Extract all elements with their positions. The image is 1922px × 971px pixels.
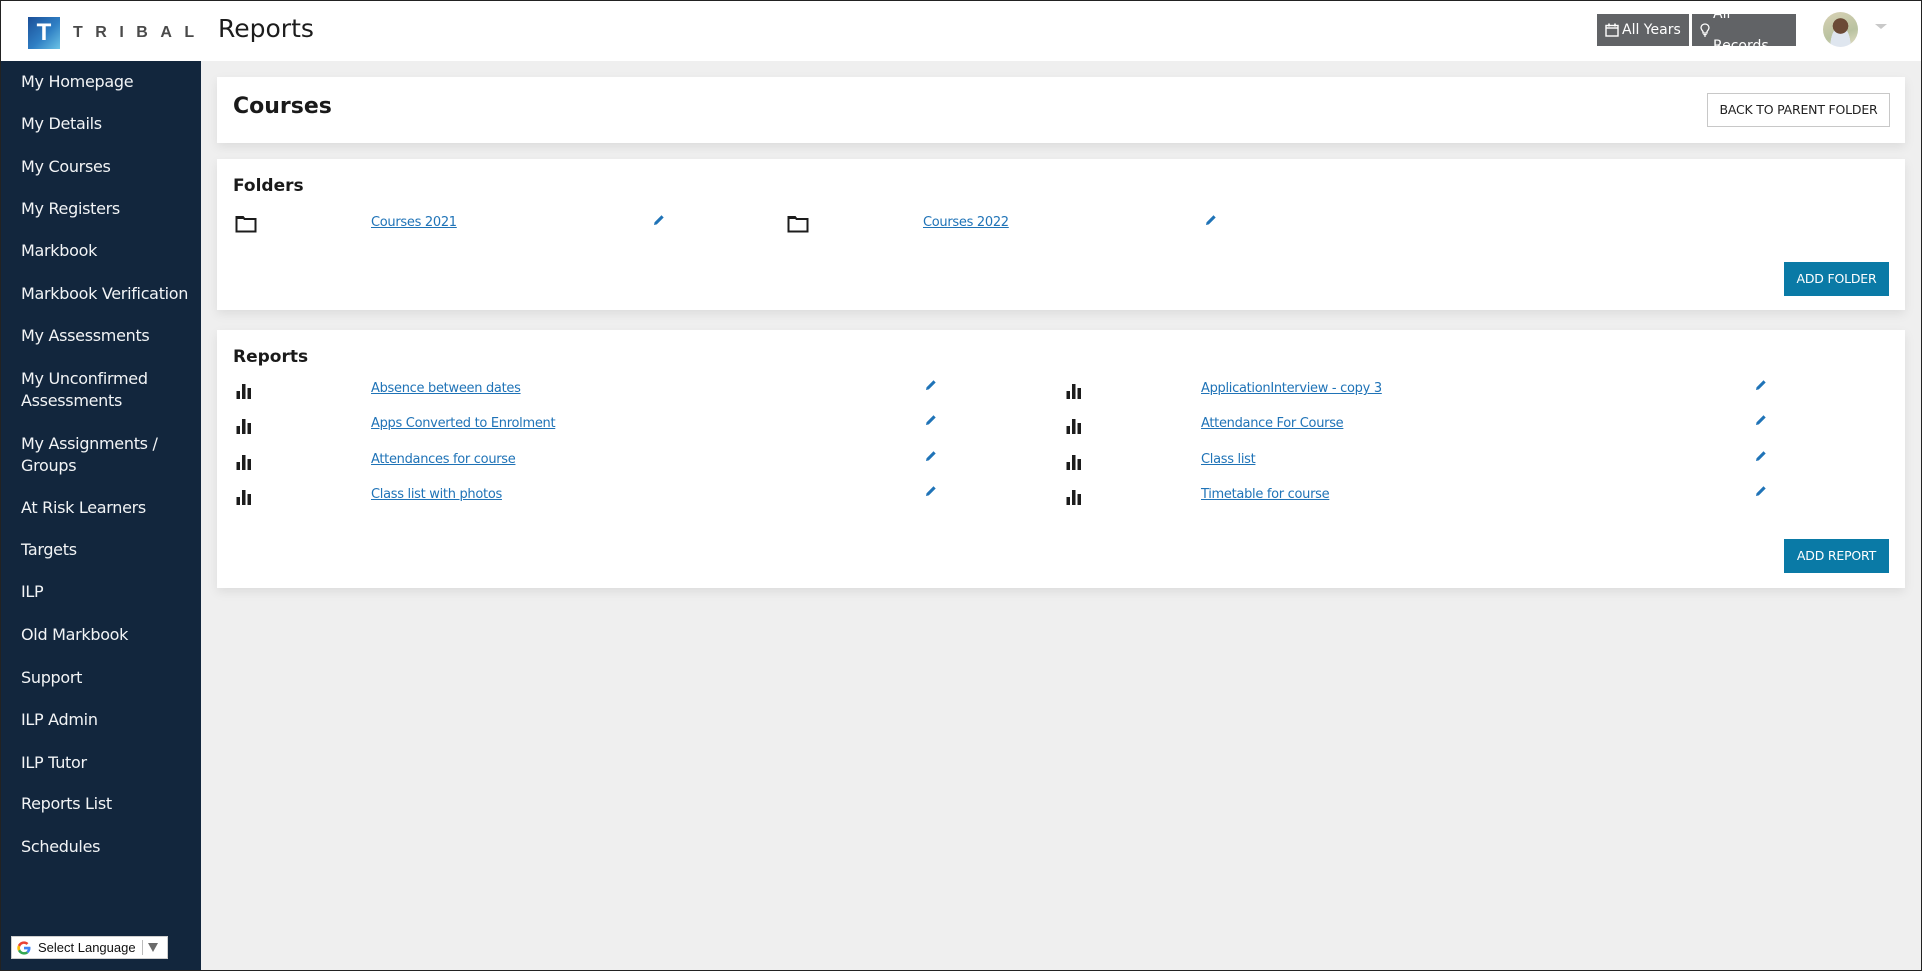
folder-link[interactable]: Courses 2021: [371, 215, 457, 230]
sidebar-item-targets[interactable]: Targets: [21, 539, 196, 561]
sidebar-item-old-markbook[interactable]: Old Markbook: [21, 624, 196, 646]
report-item: Class list: [1047, 450, 1877, 476]
sidebar: My Homepage My Details My Courses My Reg…: [0, 61, 201, 971]
sidebar-item-markbook-verification[interactable]: Markbook Verification: [21, 283, 196, 305]
bar-chart-icon: [1066, 454, 1081, 470]
edit-pencil-icon[interactable]: [925, 414, 937, 426]
reports-section-title: Reports: [233, 347, 309, 367]
folder-icon: [787, 216, 809, 233]
edit-pencil-icon[interactable]: [925, 379, 937, 391]
sidebar-item-support[interactable]: Support: [21, 667, 196, 689]
google-icon: [17, 940, 31, 955]
add-folder-button[interactable]: ADD FOLDER: [1784, 262, 1889, 296]
bar-chart-icon: [1066, 384, 1081, 399]
chevron-down-icon[interactable]: [1875, 24, 1887, 29]
all-years-label: All Years: [1622, 22, 1681, 38]
language-selector[interactable]: Select Language: [11, 936, 168, 959]
reports-card: Reports Absence between dates Application…: [217, 330, 1905, 588]
edit-pencil-icon[interactable]: [1755, 485, 1767, 497]
report-link[interactable]: Attendance For Course: [1201, 416, 1344, 431]
edit-pencil-icon[interactable]: [1755, 379, 1767, 391]
calendar-icon: [1605, 23, 1619, 37]
report-item: Attendance For Course: [1047, 415, 1877, 440]
folder-item: Courses 2021: [217, 215, 777, 237]
folder-item: Courses 2022: [769, 215, 1329, 237]
edit-pencil-icon[interactable]: [1755, 450, 1767, 462]
user-avatar[interactable]: [1823, 12, 1858, 47]
sidebar-item-reports-list[interactable]: Reports List: [21, 793, 196, 815]
bar-chart-icon: [236, 384, 251, 399]
bar-chart-icon: [236, 454, 251, 470]
folder-link[interactable]: Courses 2022: [923, 215, 1009, 230]
back-to-parent-folder-button[interactable]: BACK TO PARENT FOLDER: [1707, 93, 1890, 127]
language-selector-label: Select Language: [38, 940, 136, 955]
divider: [141, 940, 143, 955]
all-records-label: All Records: [1713, 6, 1769, 54]
sidebar-item-my-registers[interactable]: My Registers: [21, 198, 196, 220]
edit-pencil-icon[interactable]: [653, 214, 665, 226]
report-link[interactable]: Class list: [1201, 452, 1256, 467]
logo-mark: T: [28, 17, 60, 49]
folders-card: Folders Courses 2021 Courses 2022 ADD FO…: [217, 159, 1905, 310]
edit-pencil-icon[interactable]: [1205, 214, 1217, 226]
top-header: T TRIBAL Reports All Years All Records: [0, 0, 1922, 61]
page-title: Reports: [218, 14, 314, 43]
report-item: Class list with photos: [217, 486, 1047, 511]
bar-chart-icon: [1066, 419, 1081, 435]
sidebar-item-markbook[interactable]: Markbook: [21, 240, 196, 262]
bar-chart-icon: [1066, 489, 1081, 505]
report-link[interactable]: Attendances for course: [371, 452, 516, 467]
add-report-button[interactable]: ADD REPORT: [1784, 539, 1889, 573]
report-link[interactable]: ApplicationInterview - copy 3: [1201, 381, 1382, 396]
all-years-button[interactable]: All Years: [1597, 14, 1689, 46]
folder-title: Courses: [233, 94, 332, 119]
report-link[interactable]: Apps Converted to Enrolment: [371, 416, 556, 431]
sidebar-item-my-assessments[interactable]: My Assessments: [21, 325, 196, 347]
folders-section-title: Folders: [233, 176, 304, 196]
report-item: Attendances for course: [217, 450, 1047, 476]
report-link[interactable]: Class list with photos: [371, 487, 502, 502]
sidebar-item-schedules[interactable]: Schedules: [21, 836, 196, 858]
lightbulb-icon: [1700, 23, 1710, 37]
report-link[interactable]: Timetable for course: [1201, 487, 1330, 502]
report-item: Apps Converted to Enrolment: [217, 415, 1047, 440]
bar-chart-icon: [236, 419, 251, 435]
report-item: Timetable for course: [1047, 486, 1877, 511]
sidebar-item-ilp-admin[interactable]: ILP Admin: [21, 709, 196, 731]
edit-pencil-icon[interactable]: [925, 450, 937, 462]
edit-pencil-icon[interactable]: [1755, 414, 1767, 426]
report-link[interactable]: Absence between dates: [371, 381, 521, 396]
sidebar-item-ilp[interactable]: ILP: [21, 581, 196, 603]
report-item: ApplicationInterview - copy 3: [1047, 380, 1877, 405]
sidebar-item-my-assignments-groups[interactable]: My Assignments / Groups: [21, 433, 171, 477]
folder-icon: [235, 216, 257, 233]
sidebar-item-my-unconfirmed-assessments[interactable]: My Unconfirmed Assessments: [21, 368, 161, 412]
sidebar-item-at-risk-learners[interactable]: At Risk Learners: [21, 497, 196, 519]
sidebar-item-my-courses[interactable]: My Courses: [21, 156, 196, 178]
edit-pencil-icon[interactable]: [925, 485, 937, 497]
bar-chart-icon: [236, 489, 251, 505]
logo-text: TRIBAL: [73, 24, 207, 41]
all-records-button[interactable]: All Records: [1692, 6, 1796, 54]
courses-header-card: Courses BACK TO PARENT FOLDER: [217, 77, 1905, 143]
tribal-logo[interactable]: T TRIBAL: [28, 17, 207, 49]
sidebar-item-ilp-tutor[interactable]: ILP Tutor: [21, 752, 196, 774]
dropdown-arrow-icon: [147, 943, 158, 952]
sidebar-item-my-homepage[interactable]: My Homepage: [21, 71, 196, 93]
sidebar-item-my-details[interactable]: My Details: [21, 113, 196, 135]
report-item: Absence between dates: [217, 380, 1047, 405]
